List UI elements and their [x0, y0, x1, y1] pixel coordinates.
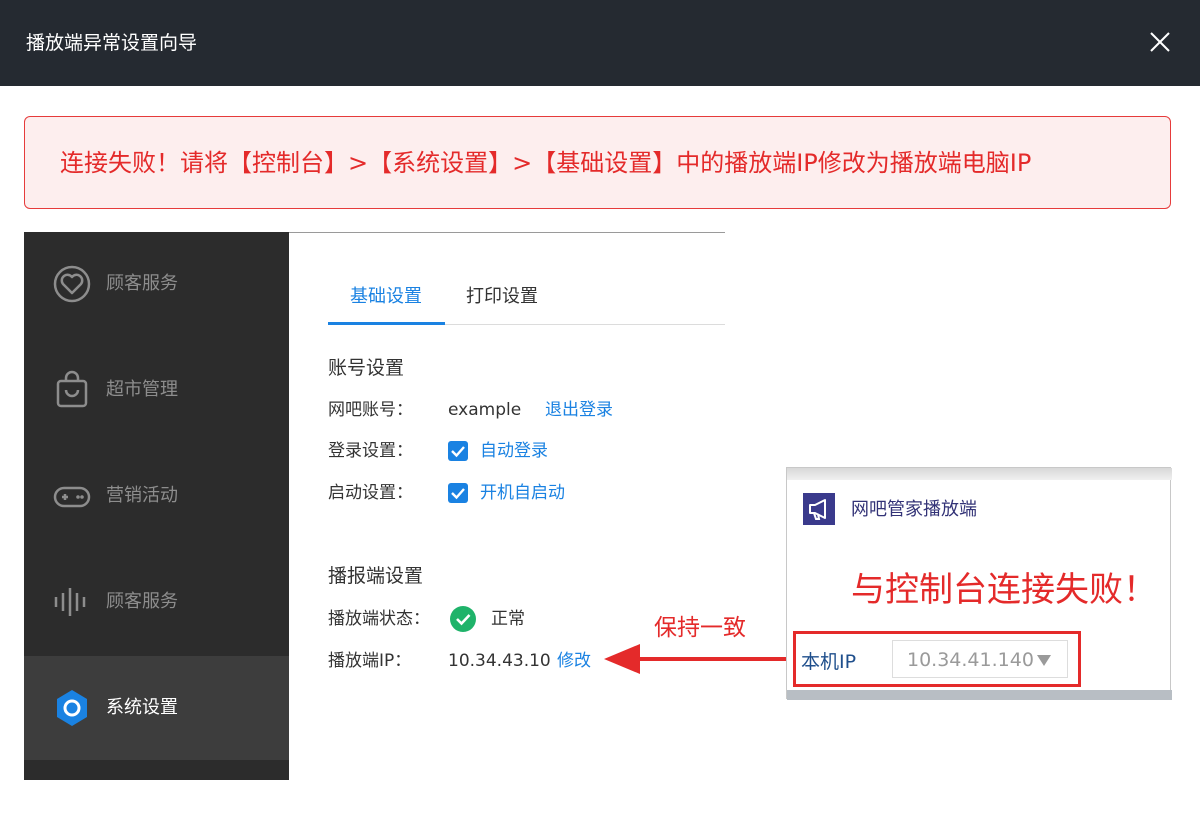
popup-fail-message: 与控制台连接失败！ [851, 570, 1157, 610]
sidebar-item-marketing[interactable]: 营销活动 [24, 444, 289, 548]
settings-panel: 基础设置 打印设置 账号设置 网吧账号： example 退出登录 登录设置： … [289, 232, 725, 780]
popup-bottom-border [787, 690, 1172, 700]
auto-login-checkbox[interactable] [448, 441, 468, 461]
active-tab-indicator [328, 322, 445, 325]
settings-gear-icon [52, 688, 92, 728]
sidebar-item-system-settings[interactable]: 系统设置 [24, 656, 289, 760]
account-section-title: 账号设置 [328, 357, 405, 379]
sidebar-item-label: 顾客服务 [106, 591, 178, 612]
megaphone-icon [803, 493, 835, 525]
sidebar: 顾客服务 超市管理 营销活动 顾客服务 系统设置 [24, 232, 289, 780]
close-icon[interactable] [1146, 28, 1174, 56]
heart-icon [52, 264, 92, 304]
gamepad-icon [52, 476, 92, 516]
shopping-bag-icon [52, 370, 92, 410]
startup-settings-label: 启动设置： [328, 483, 413, 503]
player-section-title: 播报端设置 [328, 565, 424, 587]
popup-app-title: 网吧管家播放端 [851, 499, 977, 520]
keep-consistent-annotation: 保持一致 [654, 615, 746, 641]
audio-wave-icon [52, 582, 92, 622]
auto-login-label[interactable]: 自动登录 [480, 439, 548, 463]
local-ip-value: 10.34.41.140 [907, 649, 1034, 671]
tab-basic-settings[interactable]: 基础设置 [350, 285, 422, 309]
auto-start-label[interactable]: 开机自启动 [480, 481, 565, 505]
sidebar-item-label: 系统设置 [106, 697, 178, 718]
sidebar-item-supermarket[interactable]: 超市管理 [24, 338, 289, 442]
sidebar-item-label: 顾客服务 [106, 273, 178, 294]
tab-print-settings[interactable]: 打印设置 [466, 285, 538, 309]
local-ip-highlight: 本机IP 10.34.41.140 [793, 631, 1081, 687]
player-status-value: 正常 [491, 609, 525, 629]
sidebar-item-label: 营销活动 [106, 485, 178, 506]
popup-top-border [787, 468, 1172, 480]
account-value: example [448, 400, 522, 420]
local-ip-select[interactable]: 10.34.41.140 [892, 640, 1068, 678]
sidebar-item-label: 超市管理 [106, 379, 178, 400]
edit-ip-link[interactable]: 修改 [557, 649, 591, 673]
arrow-left-icon [604, 642, 794, 676]
player-ip-value: 10.34.43.10 [448, 651, 551, 671]
auto-start-checkbox[interactable] [448, 483, 468, 503]
error-alert: 连接失败！请将【控制台】>【系统设置】>【基础设置】中的播放端IP修改为播放端电… [24, 116, 1171, 209]
sidebar-item-customer-service[interactable]: 顾客服务 [24, 232, 289, 336]
success-check-icon [450, 606, 476, 632]
dialog-titlebar: 播放端异常设置向导 [0, 0, 1200, 86]
local-ip-label: 本机IP [801, 651, 857, 673]
player-status-label: 播放端状态： [328, 609, 430, 629]
alert-message: 连接失败！请将【控制台】>【系统设置】>【基础设置】中的播放端IP修改为播放端电… [60, 149, 1032, 177]
dialog-title: 播放端异常设置向导 [26, 32, 198, 54]
player-ip-label: 播放端IP： [328, 651, 412, 671]
console-screenshot: 顾客服务 超市管理 营销活动 顾客服务 系统设置 基础设置 打印设置 账号设置 … [24, 232, 725, 780]
sidebar-item-customer-service-2[interactable]: 顾客服务 [24, 550, 289, 654]
account-label: 网吧账号： [328, 400, 413, 420]
login-settings-label: 登录设置： [328, 441, 413, 461]
logout-link[interactable]: 退出登录 [545, 398, 613, 422]
caret-down-icon [1037, 652, 1051, 666]
